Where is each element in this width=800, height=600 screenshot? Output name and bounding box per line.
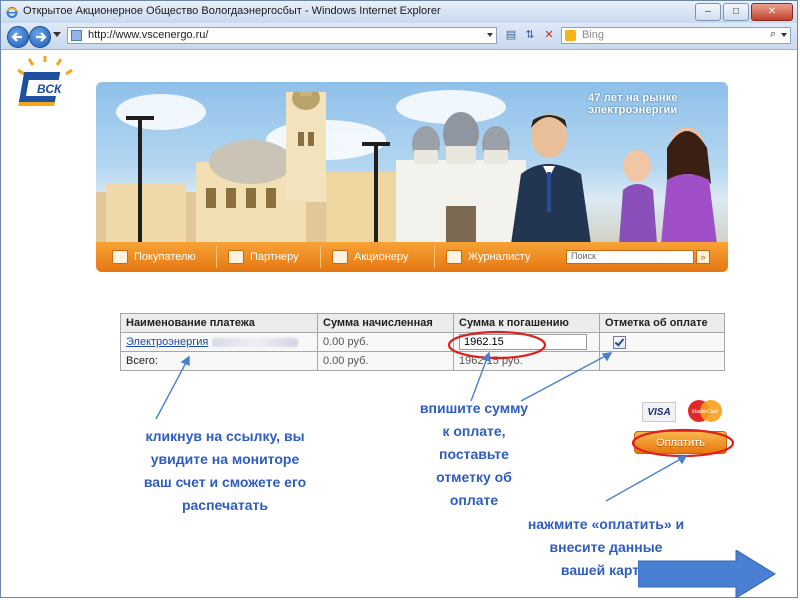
annotation-line: нажмите «оплатить» и [527,516,685,532]
annotation-arrow [155,356,190,420]
annotation-line: увидите на мониторе [150,451,300,467]
annotation-line: впишите сумму [419,400,529,416]
next-arrow-icon[interactable] [638,550,777,598]
sum-hint-annotation: впишите сумму к оплате, поставьте отметк… [399,397,549,512]
annotation-line: поставьте [439,446,509,462]
link-hint-annotation: кликнув на ссылку, вы увидите на монитор… [107,425,343,517]
browser-window: Открытое Акционерное Общество Вологдаэне… [0,0,798,598]
annotation-line: отметку об [436,469,512,485]
pay-button-highlight-ring [631,428,735,458]
annotation-line: распечатать [181,497,269,513]
annotation-line: к оплате, [442,423,506,439]
annotation-arrow [605,455,687,502]
annotation-line: ваш счет и сможете его [143,474,307,490]
annotation-line: оплате [449,492,499,508]
annotation-arrow [520,352,612,402]
amount-highlight-ring [447,330,547,360]
annotation-line: кликнув на ссылку, вы [145,428,305,444]
